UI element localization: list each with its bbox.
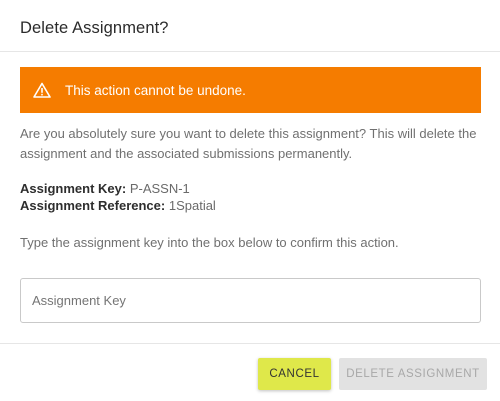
confirmation-message: Are you absolutely sure you want to dele…	[20, 126, 477, 161]
delete-assignment-dialog: Delete Assignment? This action cannot be…	[0, 0, 500, 401]
assignment-key-input[interactable]	[21, 279, 480, 322]
assignment-reference-line: Assignment Reference: 1Spatial	[20, 197, 216, 214]
footer-divider	[0, 343, 500, 344]
delete-assignment-button[interactable]: DELETE ASSIGNMENT	[339, 358, 487, 390]
dialog-header: Delete Assignment?	[0, 0, 500, 52]
assignment-reference-label: Assignment Reference:	[20, 198, 166, 213]
warning-icon	[33, 82, 51, 98]
cancel-button[interactable]: CANCEL	[258, 358, 331, 390]
assignment-key-line: Assignment Key: P-ASSN-1	[20, 180, 190, 197]
warning-text: This action cannot be undone.	[65, 82, 246, 98]
warning-banner: This action cannot be undone.	[20, 67, 481, 113]
assignment-key-value: P-ASSN-1	[129, 181, 190, 196]
dialog-title: Delete Assignment?	[20, 19, 169, 37]
assignment-key-label: Assignment Key:	[20, 181, 127, 196]
instruction-text: Type the assignment key into the box bel…	[20, 235, 399, 250]
assignment-key-input-box[interactable]	[20, 278, 481, 323]
assignment-reference-value: 1Spatial	[168, 198, 216, 213]
